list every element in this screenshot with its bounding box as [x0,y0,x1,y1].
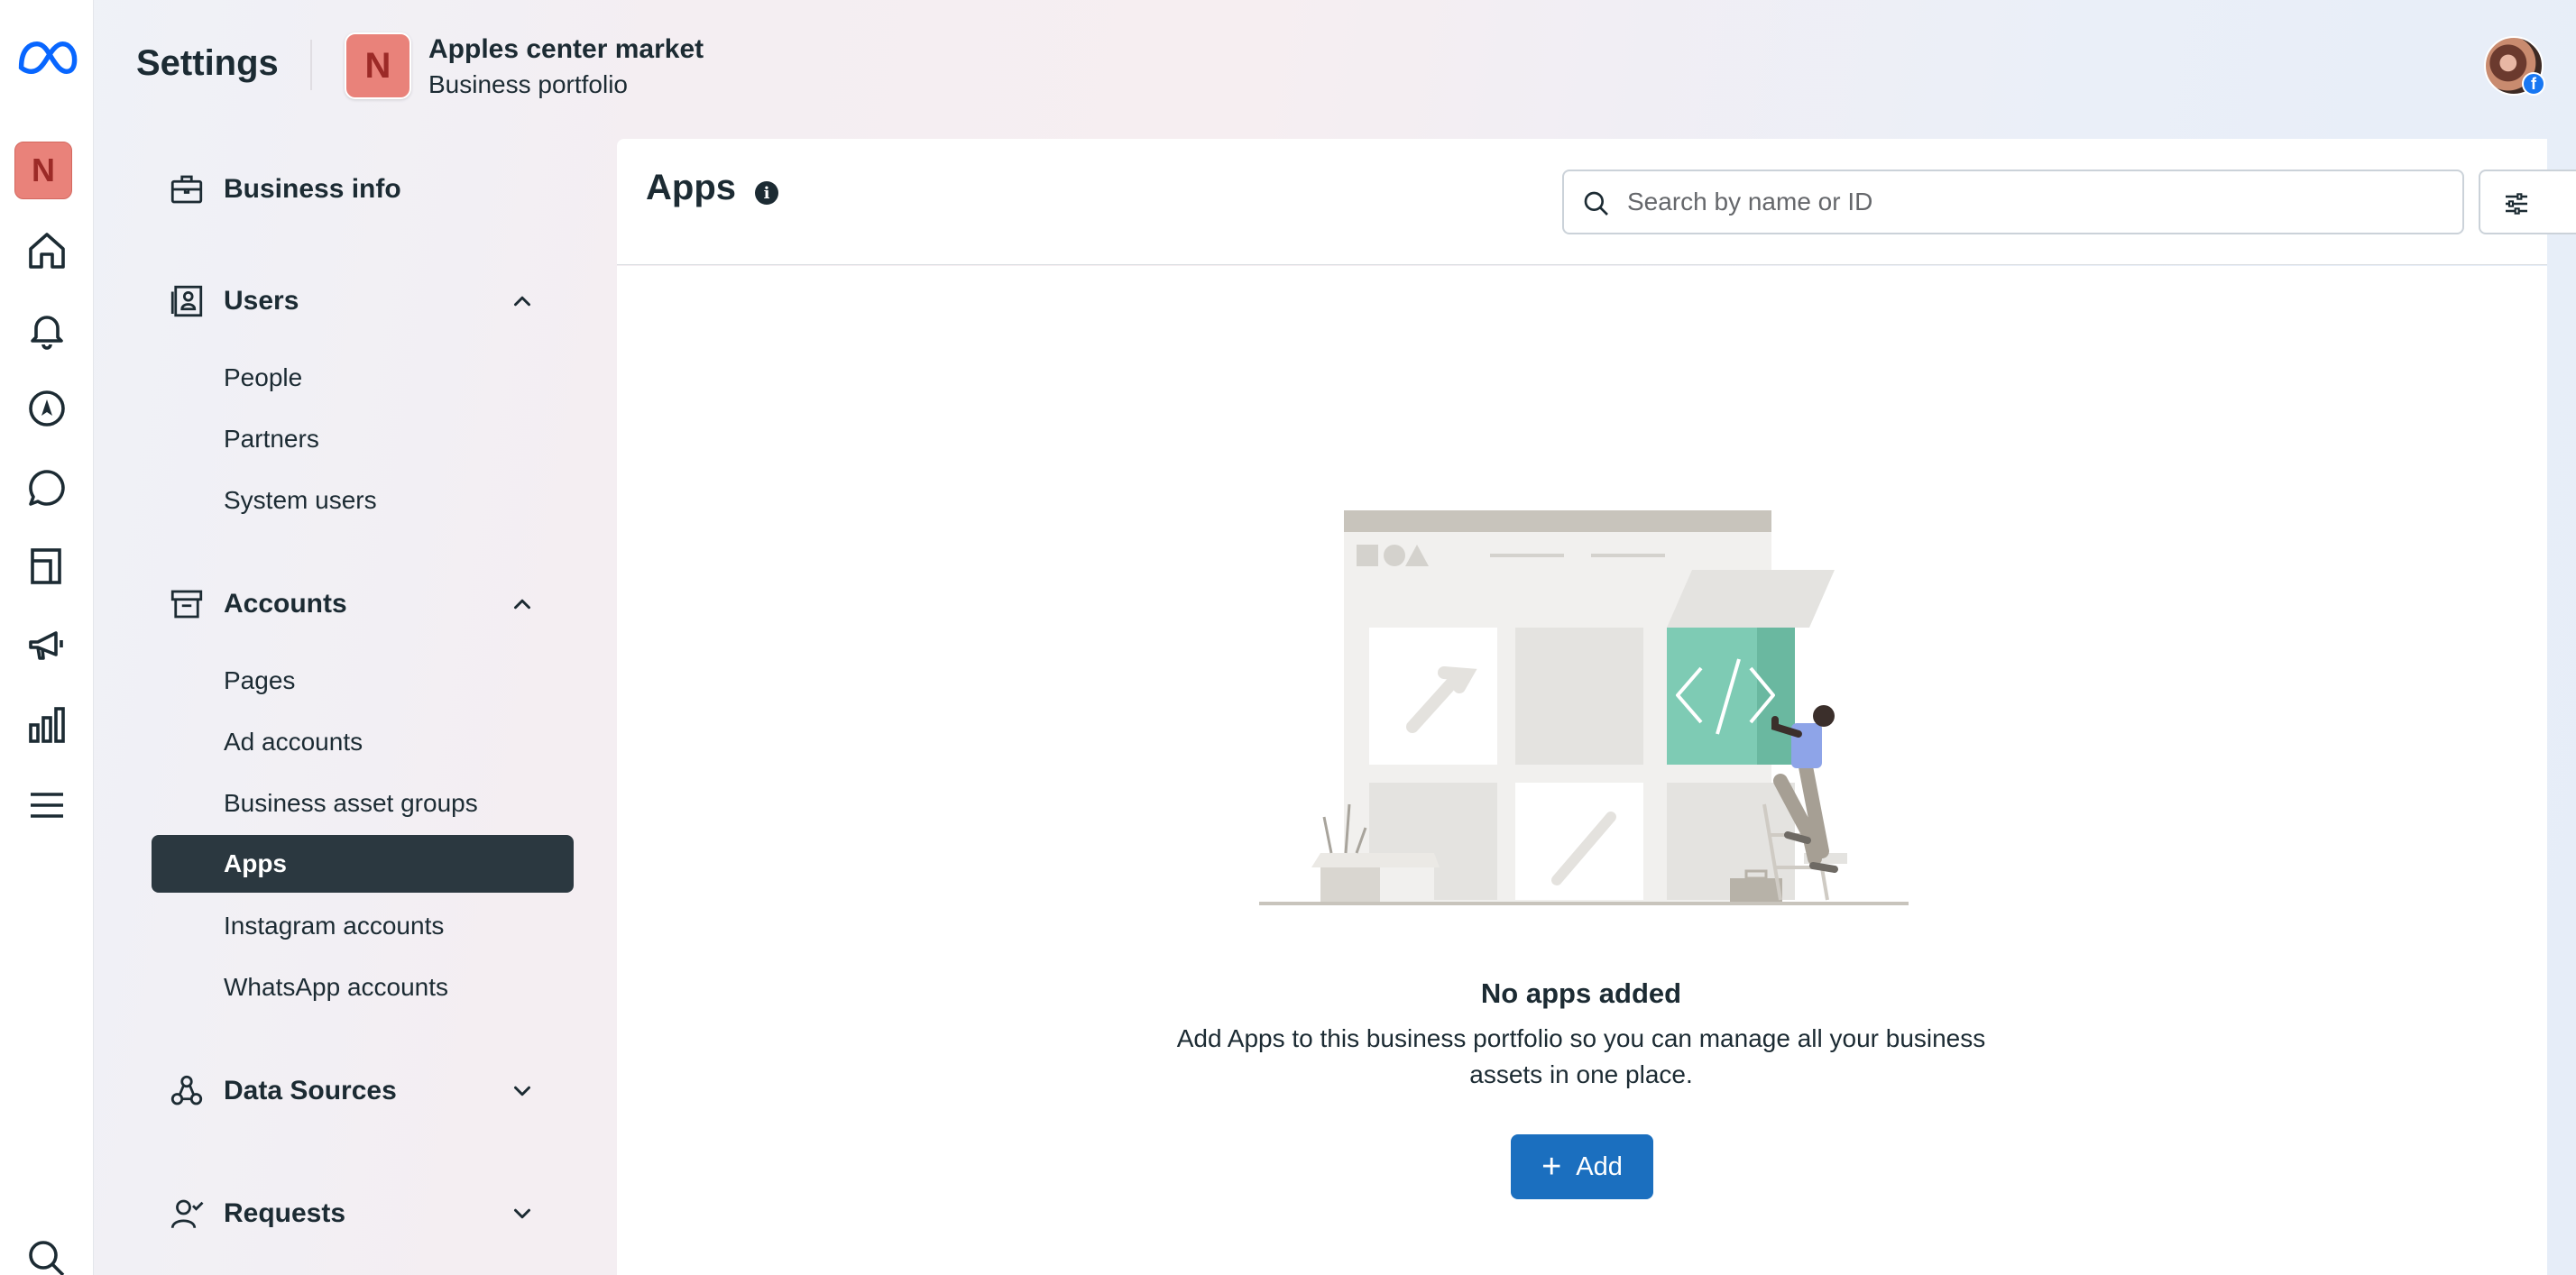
sidebar-item-whatsapp-accounts[interactable]: WhatsApp accounts [224,973,448,1002]
chevron-up-icon[interactable] [509,288,536,315]
chevron-down-icon[interactable] [509,1078,536,1105]
sidebar-section-label: Data Sources [224,1076,397,1105]
search-input[interactable] [1627,182,2439,222]
facebook-badge-icon: f [2522,72,2545,96]
sidebar-section-label: Accounts [224,589,347,619]
sidebar-item-system-users[interactable]: System users [224,486,377,515]
settings-page: { "header": { "title": "Settings", "busi… [0,0,2576,1275]
sidebar-item-apps-label[interactable]: Apps [224,849,287,878]
plus-icon: + [1541,1148,1562,1186]
sidebar-item-instagram-accounts[interactable]: Instagram accounts [224,912,444,940]
header-divider [310,40,312,90]
sidebar-item-label: Business info [224,174,401,204]
notifications-bell-icon[interactable] [18,301,76,359]
sidebar-item-business-asset-groups[interactable]: Business asset groups [224,789,478,818]
briefcase-icon [170,175,203,204]
search-box[interactable] [1562,170,2464,234]
users-badge-icon [170,285,203,317]
search-icon [1584,191,1608,216]
sidebar-item-partners[interactable]: Partners [224,425,319,454]
business-avatar[interactable]: N [345,32,411,99]
megaphone-icon[interactable] [18,617,76,674]
sidebar-item-apps[interactable] [152,835,574,893]
sliders-icon [2506,193,2527,215]
business-name[interactable]: Apples center market [428,34,704,65]
chevron-up-icon[interactable] [509,591,536,618]
sidebar-item-people[interactable]: People [224,363,302,392]
business-avatar-rail[interactable]: N [14,142,72,199]
business-subtitle: Business portfolio [428,70,629,98]
data-sources-icon [170,1075,203,1105]
info-icon[interactable]: i [755,181,778,205]
empty-state-title: No apps added [1480,977,1682,1009]
search-icon[interactable] [18,1230,76,1275]
filter-button[interactable] [2479,170,2576,234]
compass-icon[interactable] [18,380,76,437]
chevron-down-icon[interactable] [509,1200,536,1227]
chat-bubble-icon[interactable] [18,459,76,517]
archive-box-icon [170,590,203,619]
empty-state-illustration [1259,510,1909,905]
section-title: Apps [646,168,736,207]
sidebar-section-label: Users [224,286,299,316]
empty-state-description: Add Apps to this business portfolio so y… [1176,1024,1986,1088]
page-title: Settings [136,43,279,83]
pages-icon[interactable] [18,537,76,595]
left-rail: N [0,0,94,1275]
meta-logo-icon[interactable] [13,29,81,87]
sidebar-section-label: Requests [224,1198,346,1228]
sidebar-item-pages[interactable]: Pages [224,666,295,695]
home-icon[interactable] [18,222,76,280]
bar-chart-icon[interactable] [18,696,76,754]
sidebar-item-ad-accounts[interactable]: Ad accounts [224,728,363,757]
add-button-label: Add [1576,1151,1623,1181]
add-app-button[interactable]: + Add [1511,1134,1653,1199]
menu-icon[interactable] [18,776,76,834]
user-check-icon [170,1199,204,1229]
